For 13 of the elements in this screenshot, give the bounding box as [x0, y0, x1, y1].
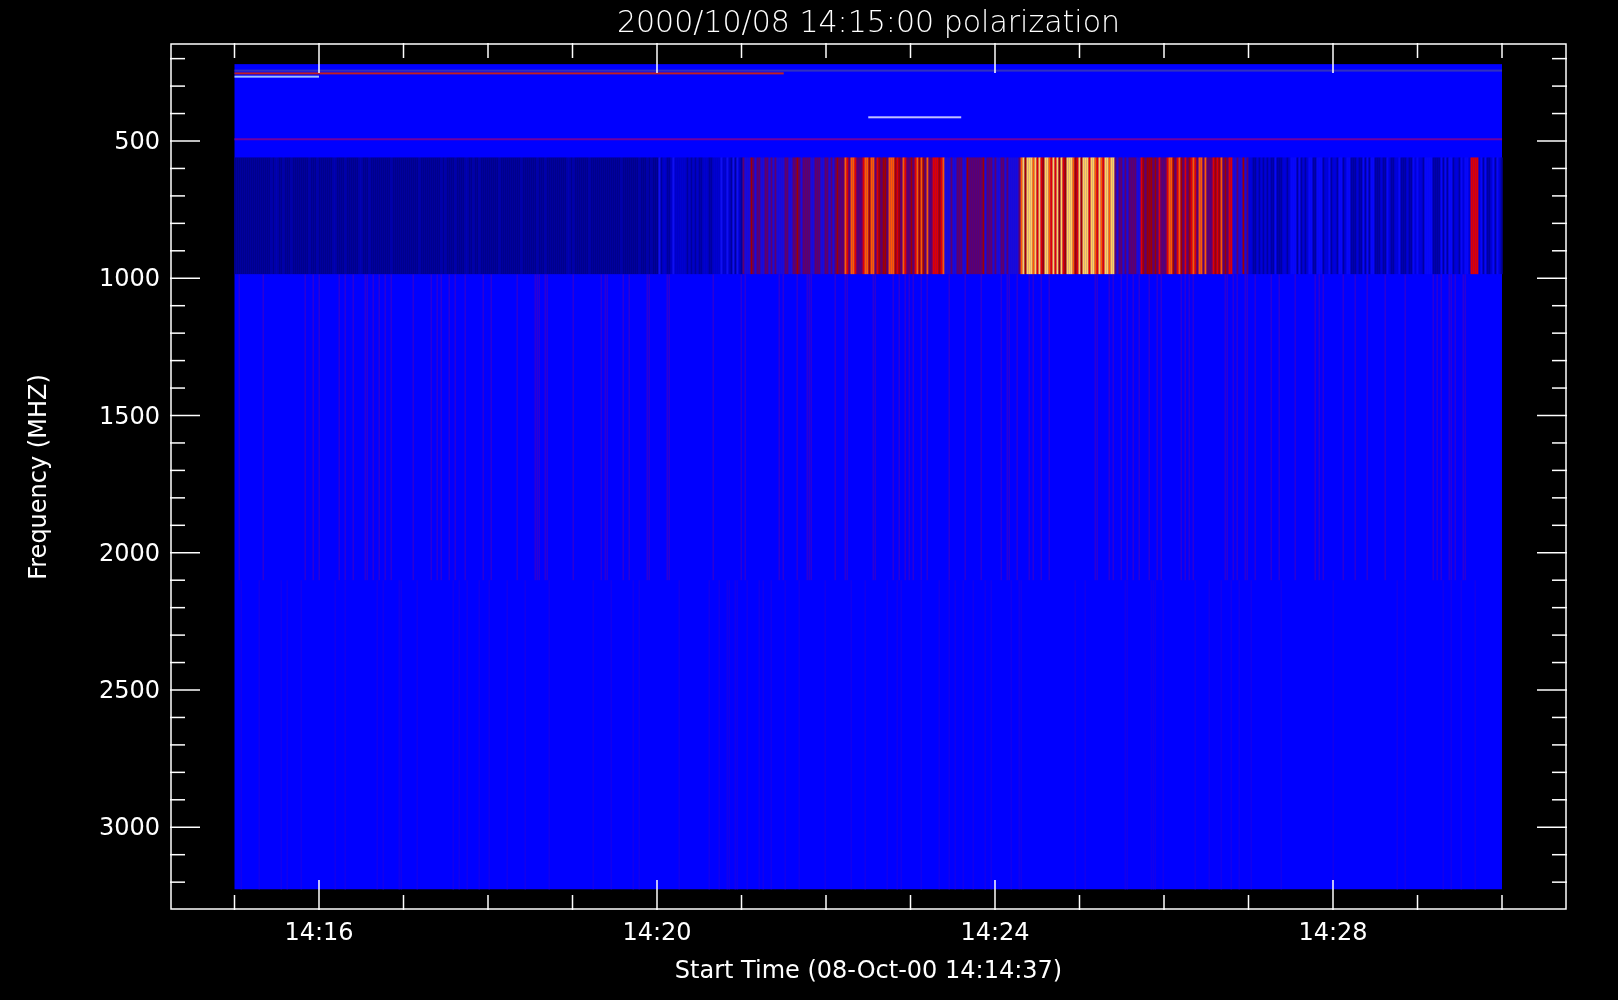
x-tick-label: 14:24 [960, 918, 1030, 946]
y-tick-label: 2000 [98, 538, 160, 567]
y-axis-label: Frequency (MHZ) [23, 373, 52, 580]
y-tick-label: 1000 [98, 264, 160, 293]
y-tick-label: 3000 [98, 813, 160, 842]
y-tick-label: 500 [114, 127, 160, 155]
x-axis-label: Start Time (08-Oct-00 14:14:37) [674, 956, 1063, 984]
y-tick-label: 2500 [98, 676, 160, 704]
x-tick-label: 14:20 [622, 918, 692, 946]
chart-title: 2000/10/08 14:15:00 polarization [616, 4, 1121, 39]
x-tick-label: 14:16 [284, 918, 354, 946]
y-tick-label: 1500 [98, 401, 160, 430]
x-tick-label: 14:28 [1298, 918, 1368, 946]
